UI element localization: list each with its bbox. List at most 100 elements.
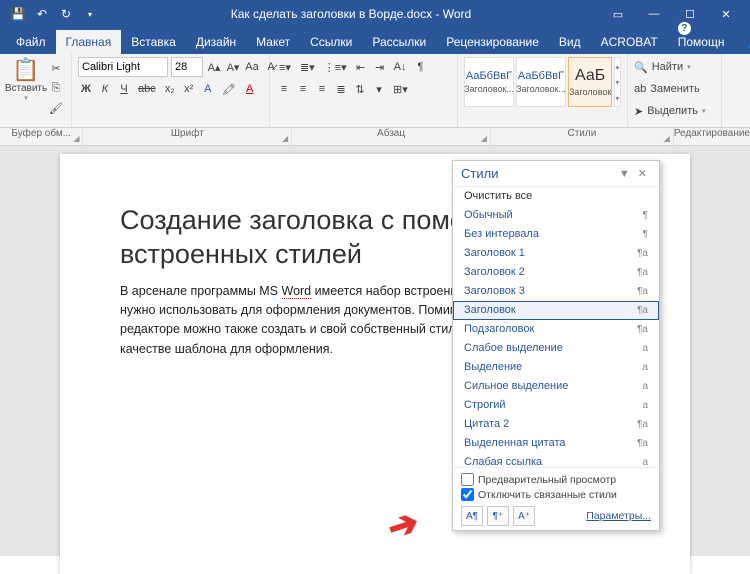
bold-button[interactable]: Ж — [78, 80, 94, 98]
align-center-icon[interactable]: ≡ — [295, 80, 311, 98]
show-marks-icon[interactable]: ¶ — [413, 58, 429, 76]
style-list-item[interactable]: Подзаголовок¶a — [453, 320, 659, 339]
subscript-button[interactable]: x₂ — [162, 80, 178, 98]
multilevel-icon[interactable]: ⋮≡▾ — [321, 58, 350, 76]
ribbon-tabs: Файл Главная Вставка Дизайн Макет Ссылки… — [0, 28, 750, 54]
style-gallery-item-1[interactable]: АаБбВвГ Заголовок... — [464, 57, 514, 107]
grow-font-icon[interactable]: A▴ — [206, 58, 222, 76]
window-title: Как сделать заголовки в Ворде.docx - Wor… — [102, 7, 600, 21]
tab-review[interactable]: Рецензирование — [436, 30, 549, 54]
style-list-item[interactable]: Строгийa — [453, 396, 659, 415]
account-icon[interactable]: 👤 — [734, 27, 750, 54]
style-list-item[interactable]: Заголовок 1¶a — [453, 244, 659, 263]
justify-icon[interactable]: ≣ — [333, 80, 349, 98]
font-label: Шрифт — [171, 128, 204, 139]
text-effects-icon[interactable]: A — [200, 80, 216, 98]
style-item-mark: a — [642, 379, 648, 394]
format-painter-icon[interactable]: 🖌 — [46, 99, 66, 117]
tab-layout[interactable]: Макет — [246, 30, 300, 54]
style-list-item[interactable]: Очистить все — [453, 187, 659, 206]
style-list-item[interactable]: Без интервала¶ — [453, 225, 659, 244]
ribbon-options-icon[interactable]: ▭ — [600, 0, 636, 28]
style-item-label: Слабое выделение — [464, 341, 563, 356]
tab-acrobat[interactable]: ACROBAT — [591, 30, 668, 54]
manage-styles-button[interactable]: A⁺ — [513, 506, 535, 526]
style-list-item[interactable]: Слабая ссылкаa — [453, 453, 659, 467]
style-item-mark: ¶ — [643, 227, 648, 242]
shading-icon[interactable]: ▾ — [371, 80, 387, 98]
style-item-label: Заголовок 1 — [464, 246, 525, 261]
save-icon[interactable]: 💾 — [6, 2, 30, 26]
style-item-label: Подзаголовок — [464, 322, 534, 337]
outdent-icon[interactable]: ⇤ — [353, 58, 369, 76]
align-left-icon[interactable]: ≡ — [276, 80, 292, 98]
change-case-icon[interactable]: Aa — [244, 58, 260, 76]
sort-icon[interactable]: A↓ — [391, 58, 410, 76]
minimize-icon[interactable]: — — [636, 0, 672, 28]
tab-home[interactable]: Главная — [56, 30, 122, 54]
font-name-input[interactable] — [78, 57, 168, 77]
style-gallery-item-2[interactable]: АаБбВвГ Заголовок... — [516, 57, 566, 107]
style-list-item[interactable]: Выделениеa — [453, 358, 659, 377]
font-color-icon[interactable]: A — [242, 80, 258, 98]
redo-icon[interactable]: ↻ — [54, 2, 78, 26]
bullets-icon[interactable]: ≡▾ — [276, 58, 294, 76]
cut-icon[interactable]: ✂ — [46, 59, 66, 77]
shrink-font-icon[interactable]: A▾ — [225, 58, 241, 76]
underline-button[interactable]: Ч — [116, 80, 132, 98]
select-button[interactable]: ➤Выделить▾ — [634, 101, 715, 121]
tab-insert[interactable]: Вставка — [121, 30, 186, 54]
find-button[interactable]: 🔍Найти▾ — [634, 57, 715, 77]
borders-icon[interactable]: ⊞▾ — [390, 80, 411, 98]
undo-icon[interactable]: ↶ — [30, 2, 54, 26]
style-list-item[interactable]: Обычный¶ — [453, 206, 659, 225]
style-item-label: Заголовок 3 — [464, 284, 525, 299]
styles-gallery-more[interactable]: ▴▾▾ — [614, 57, 621, 107]
indent-icon[interactable]: ⇥ — [372, 58, 388, 76]
ribbon: 📋 Вставить ▾ ✂ ⎘ 🖌 A▴ A▾ Aa A̷ Ж К — [0, 54, 750, 128]
tab-mailings[interactable]: Рассылки — [362, 30, 436, 54]
quick-access-toolbar: 💾 ↶ ↻ ▾ — [6, 2, 102, 26]
align-right-icon[interactable]: ≡ — [314, 80, 330, 98]
pane-dropdown-icon[interactable]: ▼ — [615, 168, 634, 180]
italic-button[interactable]: К — [97, 80, 113, 98]
style-list-item[interactable]: Заголовок¶a — [453, 301, 659, 320]
tab-help[interactable]: Помощн — [668, 15, 735, 54]
paste-button[interactable]: 📋 Вставить ▾ — [6, 57, 46, 117]
style-list-item[interactable]: Сильное выделениеa — [453, 377, 659, 396]
paragraph-launcher-icon[interactable]: ◢ — [481, 134, 487, 143]
numbering-icon[interactable]: ≣▾ — [297, 58, 318, 76]
copy-icon[interactable]: ⎘ — [46, 79, 66, 97]
style-item-mark: ¶a — [637, 417, 648, 432]
style-list-item[interactable]: Цитата 2¶a — [453, 415, 659, 434]
style-list-item[interactable]: Слабое выделениеa — [453, 339, 659, 358]
style-list-item[interactable]: Выделенная цитата¶a — [453, 434, 659, 453]
tab-design[interactable]: Дизайн — [186, 30, 246, 54]
line-spacing-icon[interactable]: ⇅ — [352, 80, 368, 98]
style-inspector-button[interactable]: ¶⁺ — [487, 506, 509, 526]
font-launcher-icon[interactable]: ◢ — [282, 134, 288, 143]
search-icon: 🔍 — [634, 61, 648, 74]
style-list-item[interactable]: Заголовок 3¶a — [453, 282, 659, 301]
superscript-button[interactable]: x² — [181, 80, 197, 98]
disable-linked-checkbox[interactable]: Отключить связанные стили — [461, 487, 651, 502]
strike-button[interactable]: abc — [135, 80, 159, 98]
preview-checkbox[interactable]: Предварительный просмотр — [461, 472, 651, 487]
styles-launcher-icon[interactable]: ◢ — [664, 134, 670, 143]
style-gallery-item-title[interactable]: АаБ Заголовок — [568, 57, 612, 107]
tab-view[interactable]: Вид — [549, 30, 591, 54]
font-size-input[interactable] — [171, 57, 203, 77]
group-paragraph: ≡▾ ≣▾ ⋮≡▾ ⇤ ⇥ A↓ ¶ ≡ ≡ ≡ ≣ ⇅ ▾ ⊞▾ — [270, 54, 458, 127]
clipboard-launcher-icon[interactable]: ◢ — [73, 134, 79, 143]
style-list-item[interactable]: Заголовок 2¶a — [453, 263, 659, 282]
options-link[interactable]: Параметры... — [586, 510, 651, 522]
styles-pane-header[interactable]: Стили ▼ ✕ — [453, 161, 659, 187]
qat-dropdown-icon[interactable]: ▾ — [78, 2, 102, 26]
tab-references[interactable]: Ссылки — [300, 30, 362, 54]
tab-file[interactable]: Файл — [6, 30, 56, 54]
new-style-button[interactable]: A¶ — [461, 506, 483, 526]
replace-button[interactable]: abЗаменить — [634, 79, 715, 99]
pane-close-icon[interactable]: ✕ — [634, 167, 651, 180]
highlight-icon[interactable]: 🖍 — [219, 80, 239, 98]
cursor-icon: ➤ — [634, 105, 643, 118]
